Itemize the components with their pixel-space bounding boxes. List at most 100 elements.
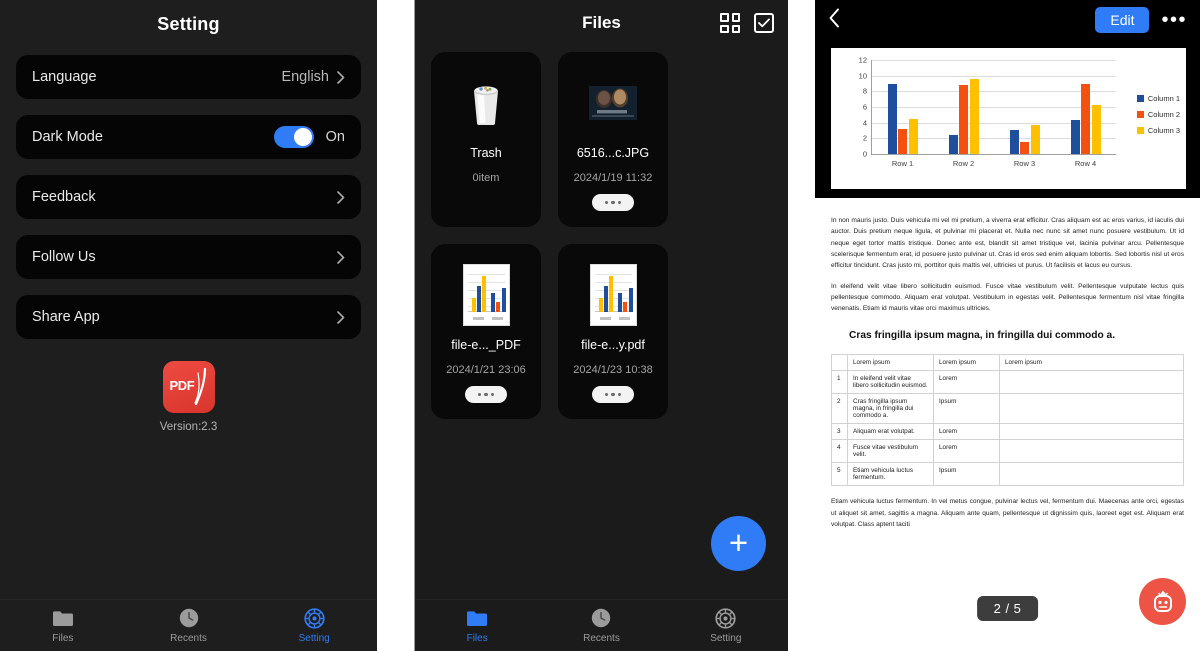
bar-group: Row 2 (933, 60, 994, 168)
bar-group: Row 1 (872, 60, 933, 168)
tab-recents[interactable]: Recents (539, 607, 663, 644)
settings-row-feedback[interactable]: Feedback (16, 175, 361, 219)
legend-swatch (1136, 127, 1144, 134)
file-meta: 2024/1/23 10:38 (573, 364, 653, 376)
trash-icon (466, 66, 506, 140)
chevron-left-icon[interactable] (828, 8, 840, 32)
y-axis-tick: 4 (862, 118, 867, 128)
file-name: file-e...y.pdf (581, 338, 645, 352)
settings-row-follow-us[interactable]: Follow Us (16, 235, 361, 279)
x-axis-tick: Row 1 (891, 159, 914, 168)
viewer-header: Edit ••• (815, 0, 1200, 39)
tab-label: Recents (170, 633, 207, 644)
file-name: Trash (470, 146, 502, 160)
legend-item: Column 1 (1136, 94, 1180, 103)
more-horizontal-icon[interactable]: ••• (1161, 10, 1187, 30)
chart-legend: Column 1 Column 2 Column 3 (1136, 94, 1180, 142)
toggle-state-label: On (325, 129, 345, 145)
clock-icon (126, 607, 252, 629)
legend-label: Column 2 (1147, 110, 1180, 119)
file-card-pdf-1[interactable]: file-e..._PDF 2024/1/21 23:06 (431, 244, 541, 419)
table-header-row: Lorem ipsum Lorem ipsum Lorem ipsum (831, 354, 1184, 372)
edit-button[interactable]: Edit (1095, 6, 1150, 33)
bar-group: Row 4 (1055, 60, 1116, 168)
header-actions (720, 13, 774, 33)
tab-setting[interactable]: Setting (251, 607, 377, 644)
chart-bar-groups: Row 1 Row 2 Row 3 Row 4 (872, 60, 1116, 168)
settings-row-share-app[interactable]: Share App (16, 295, 361, 339)
file-more-options-button[interactable] (592, 194, 634, 211)
table-cell: Ipsum (933, 462, 1000, 487)
table-row: 1 In eleifend velit vitae libero sollici… (831, 370, 1184, 395)
table-header-cell: Lorem ipsum (999, 354, 1184, 372)
table-header-cell: Lorem ipsum (847, 354, 934, 372)
document-page[interactable]: In non mauris justo. Duis vehicula mi ve… (815, 198, 1200, 610)
chart-page-region: 12 10 8 6 4 2 0 Row 1 Row 2 Row 3 Row 4 … (815, 39, 1200, 198)
x-axis-tick: Row 3 (1013, 159, 1036, 168)
app-version-label: Version:2.3 (159, 421, 218, 433)
table-cell: 3 (831, 423, 848, 441)
file-card-trash[interactable]: Trash 0item (431, 52, 541, 227)
table-cell: 4 (831, 439, 848, 464)
tab-setting[interactable]: Setting (664, 607, 788, 644)
table-cell: Ipsum (933, 393, 1000, 425)
settings-row-label: Feedback (32, 189, 96, 205)
legend-item: Column 2 (1136, 110, 1180, 119)
table-cell: Etiam vehicula luctus fermentum. (847, 462, 934, 487)
table-cell: 1 (831, 370, 848, 395)
file-meta: 0item (472, 172, 500, 184)
file-more-options-button[interactable] (592, 386, 634, 403)
logo-text: PDF (169, 378, 195, 393)
document-table: Lorem ipsum Lorem ipsum Lorem ipsum 1 In… (831, 354, 1184, 487)
table-cell: In eleifend velit vitae libero sollicitu… (847, 370, 934, 395)
clock-icon (539, 607, 663, 629)
x-axis-tick: Row 4 (1074, 159, 1097, 168)
tab-label: Setting (710, 633, 742, 644)
table-cell (999, 423, 1184, 441)
y-axis-tick: 6 (862, 102, 867, 112)
y-axis-tick: 8 (862, 86, 867, 96)
tab-label: Files (52, 633, 74, 644)
toggle-knob (293, 128, 312, 146)
y-axis-tick: 12 (858, 55, 867, 65)
settings-row-dark-mode[interactable]: Dark Mode On (16, 115, 361, 159)
legend-label: Column 3 (1147, 126, 1180, 135)
pdf-app-logo-icon: PDF (162, 361, 215, 413)
file-card-pdf-2[interactable]: file-e...y.pdf 2024/1/23 10:38 (558, 244, 668, 419)
legend-swatch (1136, 111, 1144, 118)
legend-item: Column 3 (1136, 126, 1180, 135)
chart-plot-area: 12 10 8 6 4 2 0 Row 1 Row 2 Row 3 Row 4 (859, 56, 1116, 168)
files-header: Files (415, 0, 788, 46)
table-cell (999, 462, 1184, 487)
page-indicator: 2 / 5 (976, 596, 1039, 621)
document-paragraph: In eleifend velit vitae libero sollicitu… (831, 282, 1184, 313)
select-checkbox-icon[interactable] (754, 13, 774, 33)
settings-row-label: Language (32, 69, 97, 85)
grid-view-icon[interactable] (720, 13, 740, 33)
tab-label: Recents (583, 633, 620, 644)
bar-group: Row 3 (994, 60, 1055, 168)
screenshot-stage: Setting Language English Dark Mode On Fe… (0, 0, 1200, 651)
tab-recents[interactable]: Recents (126, 607, 252, 644)
robot-assistant-icon[interactable] (1139, 578, 1186, 625)
chevron-right-icon (337, 250, 345, 264)
tab-files[interactable]: Files (0, 607, 126, 644)
page-title: Setting (157, 14, 220, 34)
files-screen: Files Trash 0item 6516...c.JPG 2024/1/19… (414, 0, 788, 651)
table-header-cell: Lorem ipsum (933, 354, 1000, 372)
table-cell (999, 439, 1184, 464)
image-thumbnail (589, 66, 637, 140)
gear-icon (664, 607, 788, 629)
legend-label: Column 1 (1147, 94, 1180, 103)
file-card-jpg[interactable]: 6516...c.JPG 2024/1/19 11:32 (558, 52, 668, 227)
settings-row-language[interactable]: Language English (16, 55, 361, 99)
file-more-options-button[interactable] (465, 386, 507, 403)
bottom-tabbar: Files Recents Setting (415, 599, 788, 651)
tab-label: Files (466, 633, 488, 644)
table-row: 5 Etiam vehicula luctus fermentum. Ipsum (831, 462, 1184, 487)
add-file-button[interactable]: + (711, 516, 766, 571)
dark-mode-toggle[interactable] (273, 126, 314, 148)
app-branding: PDF Version:2.3 (0, 361, 377, 433)
tab-files[interactable]: Files (415, 607, 539, 644)
folder-icon (415, 607, 539, 629)
